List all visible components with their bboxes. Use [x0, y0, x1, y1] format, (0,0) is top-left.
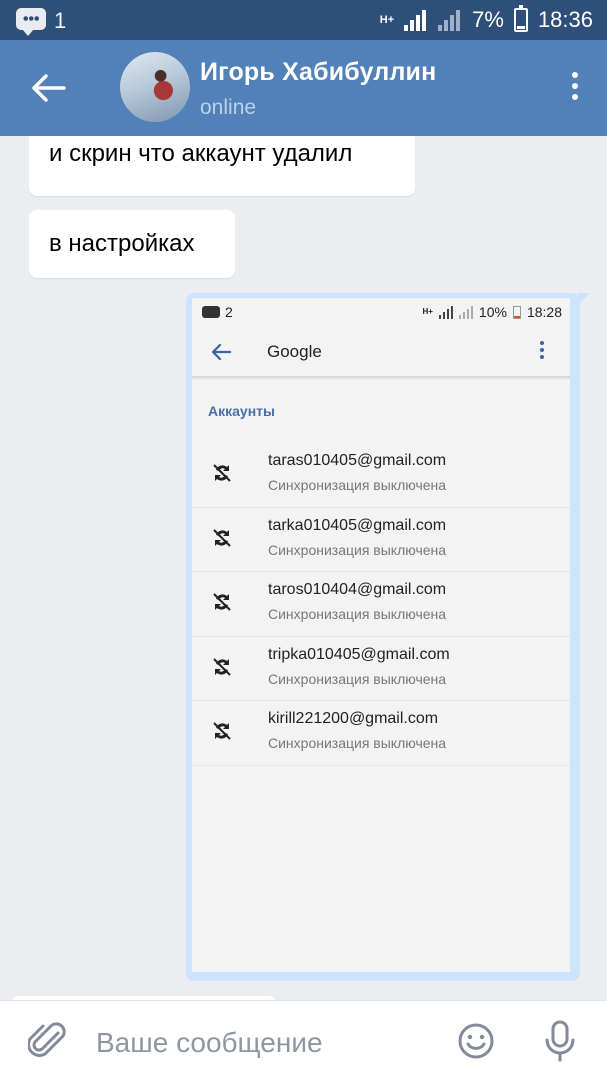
account-sync-status: Синхронизация выключена [268, 606, 447, 622]
emoji-button[interactable] [456, 1021, 496, 1061]
signal-icon [438, 305, 453, 319]
screenshot-app-bar: Google [192, 326, 570, 378]
sync-off-icon [213, 722, 231, 740]
screenshot-status-bar: 2 H+ 10% 18:28 [192, 298, 570, 326]
sync-off-icon [213, 593, 231, 611]
back-arrow-icon [211, 343, 232, 361]
battery-icon [512, 305, 521, 319]
message-composer [0, 1000, 607, 1080]
voice-message-button[interactable] [542, 1019, 578, 1063]
back-button[interactable] [28, 68, 68, 108]
microphone-icon [545, 1020, 575, 1062]
outgoing-image-message[interactable]: 2 H+ 10% 18:28 Google Аккаунты taras0104… [186, 293, 590, 981]
sync-off-icon [213, 657, 231, 676]
account-sync-status: Синхронизация выключена [268, 477, 447, 493]
contact-name[interactable]: Игорь Хабибуллин [200, 58, 436, 87]
incoming-message[interactable]: в настройках [29, 210, 235, 278]
accounts-section-title: Аккаунты [208, 403, 275, 419]
avatar[interactable] [120, 52, 190, 122]
notification-count: 2 [225, 304, 233, 320]
signal-secondary-icon [438, 9, 462, 31]
contact-status: online [200, 96, 257, 119]
paperclip-icon [27, 1022, 66, 1057]
account-row: tarka010405@gmail.com Синхронизация выкл… [192, 508, 570, 572]
account-email: taros010404@gmail.com [268, 581, 447, 598]
message-notification-icon [202, 306, 220, 318]
attached-screenshot[interactable]: 2 H+ 10% 18:28 Google Аккаунты taras0104… [192, 298, 570, 972]
account-email: kirill221200@gmail.com [268, 710, 439, 727]
more-options-button[interactable] [569, 72, 581, 106]
back-arrow-icon [32, 74, 66, 102]
battery-percent: 10% [478, 304, 507, 320]
clock: 18:28 [526, 304, 562, 320]
notification-count: 1 [54, 8, 67, 33]
account-sync-status: Синхронизация выключена [268, 541, 447, 558]
account-email: tripka010405@gmail.com [268, 645, 450, 663]
network-type: H+ [379, 13, 395, 26]
signal-secondary-icon [458, 305, 473, 319]
smile-icon [458, 1023, 494, 1059]
attach-button[interactable] [27, 1021, 68, 1063]
account-row: tripka010405@gmail.com Синхронизация вык… [192, 637, 570, 701]
message-input[interactable] [96, 1023, 426, 1063]
incoming-message[interactable]: и скрин что аккаунт удалил [29, 136, 415, 196]
account-sync-status: Синхронизация выключена [268, 735, 447, 751]
sync-off-icon [213, 464, 231, 482]
battery-percent: 7% [472, 7, 504, 32]
sync-off-icon [213, 528, 231, 547]
screenshot-title: Google [267, 342, 322, 361]
account-row: kirill221200@gmail.com Синхронизация вык… [192, 701, 570, 766]
network-type: H+ [422, 307, 433, 316]
account-row: taras010405@gmail.com Синхронизация выкл… [192, 443, 570, 508]
clock: 18:36 [537, 7, 593, 32]
account-row: taros010404@gmail.com Синхронизация выкл… [192, 572, 570, 637]
account-email: tarka010405@gmail.com [268, 516, 447, 534]
accounts-list: taras010405@gmail.com Синхронизация выкл… [192, 443, 570, 766]
message-notification-icon [16, 8, 46, 36]
battery-icon [513, 5, 528, 32]
account-email: taras010405@gmail.com [268, 452, 447, 469]
status-bar: 1 H+ 7% 18:36 [0, 0, 607, 40]
kebab-menu-icon [540, 341, 546, 362]
chat-header: Игорь Хабибуллин online [0, 40, 607, 136]
message-list[interactable]: и скрин что аккаунт удалил в настройках … [0, 136, 607, 1000]
account-sync-status: Синхронизация выключена [268, 670, 447, 687]
signal-icon [404, 9, 428, 31]
